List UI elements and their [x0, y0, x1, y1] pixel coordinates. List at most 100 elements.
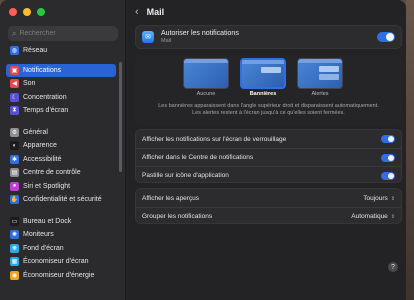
option-row: Pastille sur icône d'application [136, 166, 401, 184]
sidebar-group-separator [6, 118, 116, 126]
sidebar-group-separator [6, 58, 116, 64]
sidebar-item-label: Réseau [23, 47, 48, 55]
help-button[interactable]: ? [388, 262, 398, 272]
battery-icon: ◉ [10, 270, 19, 280]
bell-icon: ▣ [10, 65, 19, 75]
sidebar-item-fond-d-ecran[interactable]: ❋ Fond d'écran [6, 242, 116, 256]
description-line-1: Les bannières apparaissent dans l'angle … [158, 103, 379, 109]
sidebar-item-confidentialite-et-securite[interactable]: ✋ Confidentialité et sécurité [6, 193, 116, 207]
sidebar-item-economiseur-d-ecran[interactable]: ▦ Économiseur d'écran [6, 255, 116, 269]
sidebar-item-temps-d-ecran[interactable]: ⧗ Temps d'écran [6, 104, 116, 118]
alert-style-card: Aucune Bannières Alertes Les bannières app… [135, 55, 402, 125]
option-label: Afficher les notifications sur l'écran d… [142, 135, 287, 143]
option-label: Afficher dans le Centre de notifications [142, 154, 254, 161]
search-icon: ⌕ [12, 28, 17, 38]
sidebar-item-son[interactable]: ◀ Son [6, 77, 116, 91]
toolbar: ‹ Mail [127, 0, 406, 24]
sidebar-item-label: Concentration [23, 93, 67, 101]
sidebar-item-siri-et-spotlight[interactable]: ● Siri et Spotlight [6, 180, 116, 194]
sidebar-item-label: Moniteurs [23, 231, 54, 239]
window-controls [9, 8, 45, 16]
speaker-icon: ◀ [10, 79, 19, 89]
globe-icon: ◍ [10, 46, 19, 56]
sidebar-item-apparence[interactable]: ◐ Apparence [6, 139, 116, 153]
alert-style-label: Bannières [249, 91, 277, 97]
alert-style-description: Les bannières apparaissent dans l'angle … [135, 103, 402, 117]
minimize-window-button[interactable] [23, 8, 31, 16]
allow-notifications-card: ✉ Autoriser les notifications Mail [135, 25, 402, 49]
alert-style-preview [240, 58, 286, 89]
sidebar-item-general[interactable]: ⚙ Général [6, 126, 116, 140]
app-name-label: Mail [161, 38, 172, 44]
notification-options-card: Afficher les notifications sur l'écran d… [135, 129, 402, 183]
desktop-wallpaper-edge [406, 0, 414, 300]
option-toggle[interactable] [381, 135, 395, 143]
close-window-button[interactable] [9, 8, 17, 16]
updown-chevron-icon: ⇕ [390, 195, 395, 202]
main-pane: ‹ Mail ✉ Autoriser les notifications Mai… [127, 0, 406, 300]
hand-icon: ✋ [10, 195, 19, 205]
back-chevron-icon[interactable]: ‹ [135, 6, 139, 18]
sidebar-item-label: Notifications [23, 66, 62, 74]
updown-chevron-icon: ⇕ [390, 214, 395, 220]
sidebar-item-accessibilite[interactable]: ✱ Accessibilité [6, 153, 116, 167]
sidebar-item-centre-de-controle[interactable]: ▤ Centre de contrôle [6, 166, 116, 180]
option-row: Afficher les notifications sur l'écran d… [136, 130, 401, 148]
preview-options-card: Afficher les aperçus Toujours ⇕ Grouper les… [135, 188, 402, 224]
dock-icon: ▭ [10, 216, 19, 226]
sidebar-item-label: Confidentialité et sécurité [23, 196, 102, 204]
moon-icon: ☾ [10, 92, 19, 102]
sidebar: ⌕ ◍ Réseau ▣ Notifications ◀ Son ☾ Concentratio… [0, 0, 126, 300]
alert-style-label: Alertes [311, 91, 329, 97]
select-label: Afficher les aperçus [142, 194, 199, 202]
sidebar-item-label: Temps d'écran [23, 107, 69, 115]
sidebar-item-reseau[interactable]: ◍ Réseau [6, 44, 116, 58]
sidebar-item-moniteurs[interactable]: ✺ Moniteurs [6, 228, 116, 242]
alert-style-aucune[interactable]: Aucune [183, 58, 229, 97]
mail-app-icon: ✉ [142, 31, 154, 43]
search-input[interactable] [19, 30, 108, 37]
select-label: Grouper les notifications [142, 213, 213, 220]
sidebar-item-label: Bureau et Dock [23, 217, 72, 225]
option-row: Afficher dans le Centre de notifications [136, 148, 401, 166]
alert-style-preview [297, 58, 343, 89]
sidebar-item-label: Économiseur d'écran [23, 258, 89, 266]
sidebar-item-bureau-et-dock[interactable]: ▭ Bureau et Dock [6, 215, 116, 229]
sidebar-item-label: Centre de contrôle [23, 169, 81, 177]
select-row: Afficher les aperçus Toujours ⇕ [136, 189, 401, 207]
control-center-icon: ▤ [10, 168, 19, 178]
sidebar-group-separator [6, 207, 116, 215]
sidebar-scrollbar[interactable] [119, 62, 122, 172]
sidebar-item-label: Fond d'écran [23, 244, 64, 252]
siri-icon: ● [10, 181, 19, 191]
zoom-window-button[interactable] [37, 8, 45, 16]
sidebar-item-economiseur-d-energie[interactable]: ◉ Économiseur d'énergie [6, 269, 116, 283]
option-label: Pastille sur icône d'application [142, 172, 229, 179]
description-line-2: Les alertes restent à l'écran jusqu'à ce… [192, 110, 345, 116]
select-popup-button[interactable]: Toujours ⇕ [363, 195, 395, 202]
sidebar-item-label: Général [23, 128, 48, 136]
alert-style-bannieres[interactable]: Bannières [240, 58, 286, 97]
alert-style-alertes[interactable]: Alertes [297, 58, 343, 97]
allow-notifications-label: Autoriser les notifications [161, 30, 239, 37]
gear-icon: ⚙ [10, 127, 19, 137]
select-value: Toujours [363, 194, 388, 202]
sidebar-item-label: Apparence [23, 142, 57, 150]
sidebar-item-label: Siri et Spotlight [23, 182, 71, 190]
appearance-icon: ◐ [10, 141, 19, 151]
sidebar-item-notifications[interactable]: ▣ Notifications [6, 63, 116, 77]
select-value: Automatique [351, 213, 388, 220]
alert-style-preview [183, 58, 229, 89]
option-toggle[interactable] [381, 154, 395, 162]
allow-notifications-toggle[interactable] [377, 32, 395, 42]
select-popup-button[interactable]: Automatique ⇕ [351, 213, 395, 220]
settings-window: ⌕ ◍ Réseau ▣ Notifications ◀ Son ☾ Concentratio… [0, 0, 406, 300]
sidebar-item-label: Son [23, 80, 36, 88]
search-field[interactable]: ⌕ [8, 26, 118, 41]
wallpaper-icon: ❋ [10, 243, 19, 253]
sidebar-item-label: Économiseur d'énergie [23, 271, 95, 279]
option-toggle[interactable] [381, 172, 395, 180]
select-row: Grouper les notifications Automatique ⇕ [136, 207, 401, 225]
sidebar-item-concentration[interactable]: ☾ Concentration [6, 91, 116, 105]
alert-style-picker: Aucune Bannières Alertes [183, 58, 343, 97]
